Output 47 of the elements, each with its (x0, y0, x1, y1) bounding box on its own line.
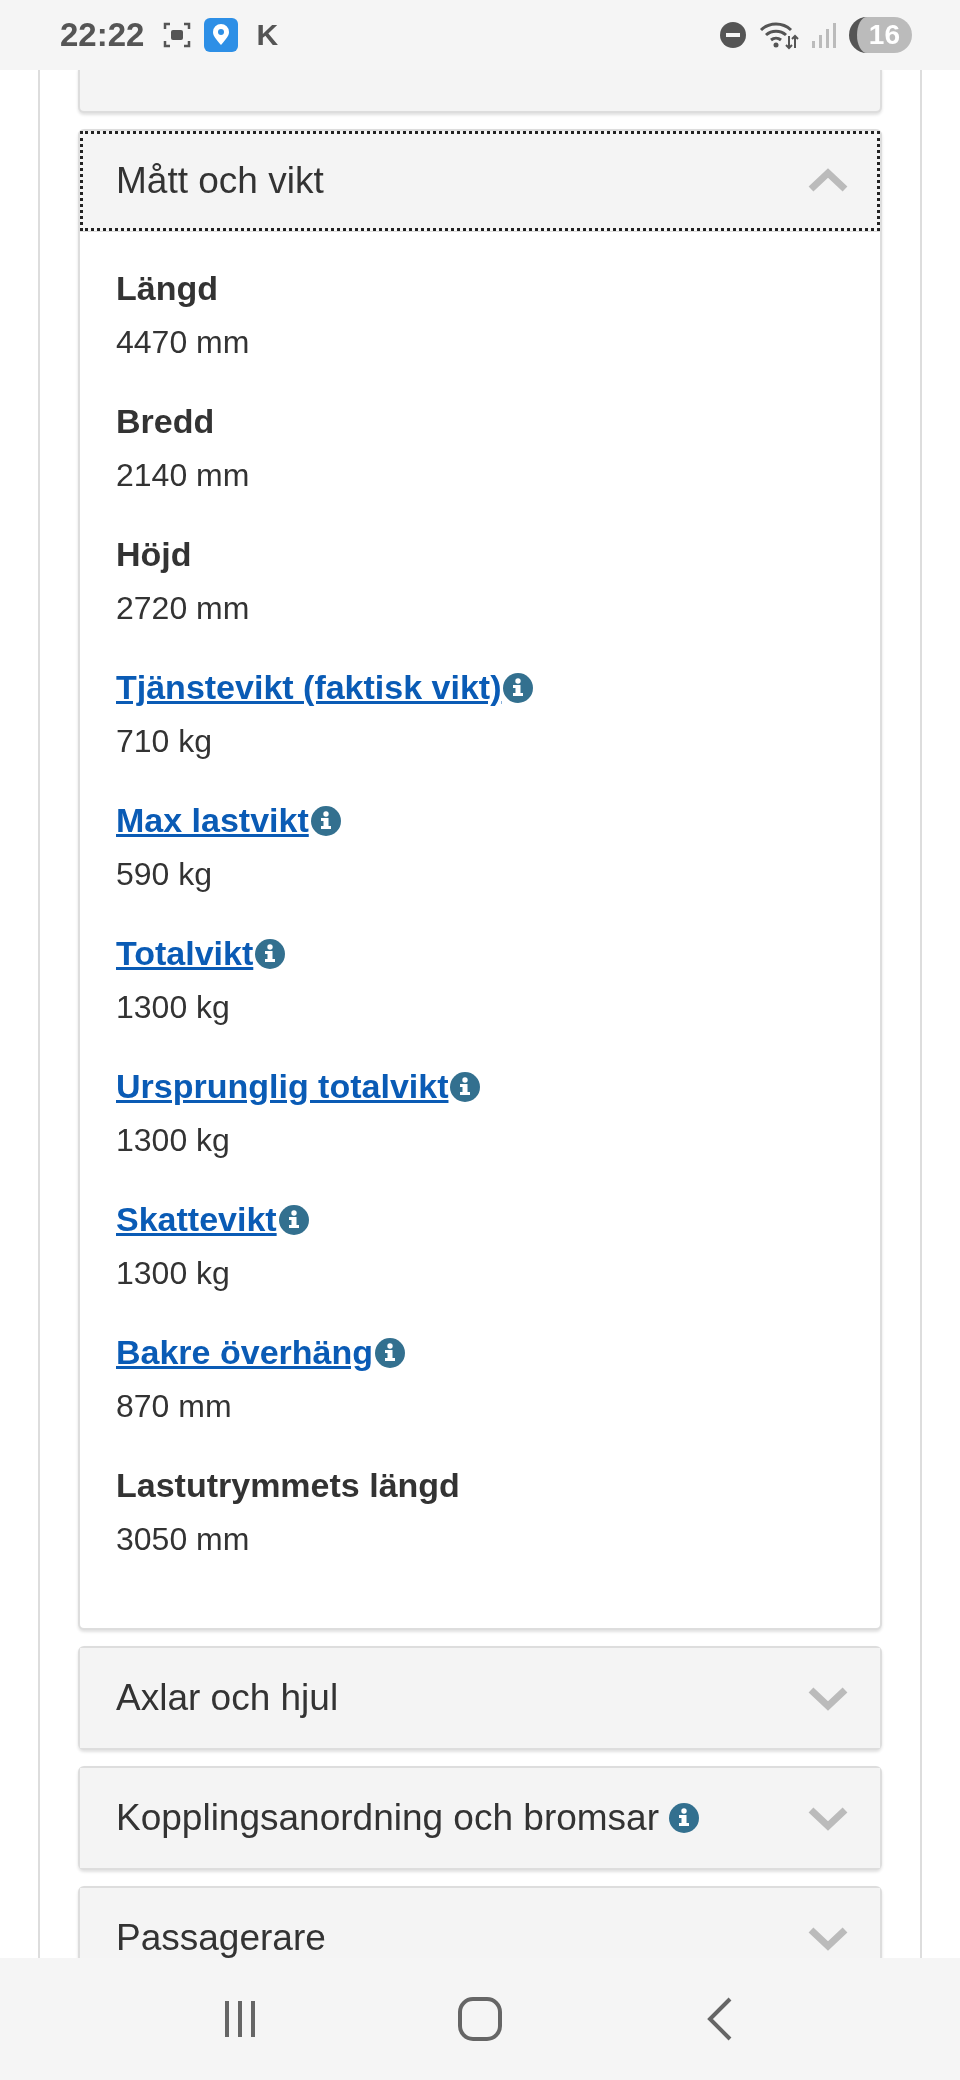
field-value: 3050 mm (116, 1521, 251, 1558)
info-icon[interactable] (255, 938, 286, 969)
accordion-header[interactable]: Passagerare (80, 1888, 880, 1958)
chevron-down-icon (808, 1925, 848, 1951)
field-link[interactable]: Totalvikt (116, 933, 254, 974)
field-link[interactable]: Skattevikt (116, 1199, 277, 1240)
info-icon[interactable] (278, 1204, 309, 1235)
field-value: 1300 kg (116, 989, 231, 1026)
section-title: Passagerare (116, 1916, 326, 1958)
field-label: Lastutrymmets längd (116, 1465, 460, 1506)
section-title: Kopplingsanordning och bromsar (116, 1796, 659, 1840)
battery-indicator: 16 (848, 17, 912, 53)
clock: 22:22 (60, 16, 145, 54)
chevron-up-icon (808, 168, 848, 194)
field-value: 710 kg (116, 723, 214, 760)
section-title: Axlar och hjul (116, 1676, 339, 1720)
field-value: 590 kg (116, 856, 214, 893)
field-value: 2140 mm (116, 457, 251, 494)
field-value: 870 mm (116, 1388, 233, 1425)
app-icon (204, 18, 239, 52)
accordion-header[interactable]: Mått och vikt (80, 131, 880, 231)
field-label: Bredd (116, 401, 215, 442)
field-value: 4470 mm (116, 324, 251, 361)
screenshot-icon (162, 20, 193, 50)
field-link[interactable]: Bakre överhäng (116, 1332, 373, 1373)
accordion-header[interactable]: Kopplingsanordning och bromsar (80, 1768, 880, 1868)
section-title: Mått och vikt (116, 159, 324, 203)
field-value: 2720 mm (116, 590, 251, 627)
field-link[interactable]: Ursprunglig totalvikt (116, 1066, 449, 1107)
wifi-icon (758, 20, 799, 50)
info-icon[interactable] (450, 1071, 481, 1102)
field-value: 1300 kg (116, 1122, 231, 1159)
do-not-disturb-icon (718, 21, 747, 49)
field-label: Längd (116, 268, 218, 309)
field-link[interactable]: Max lastvikt (116, 800, 309, 841)
info-icon[interactable] (310, 805, 341, 836)
field-value: 1300 kg (116, 1255, 231, 1292)
field-link[interactable]: Tjänstevikt (faktisk vikt) (116, 667, 502, 708)
chevron-down-icon (808, 1805, 848, 1831)
chevron-down-icon (808, 1685, 848, 1711)
app-letter: K (256, 18, 279, 52)
signal-icon (810, 20, 837, 50)
info-icon[interactable] (375, 1337, 405, 1368)
accordion-header[interactable]: Axlar och hjul (80, 1648, 880, 1748)
field-label: Höjd (116, 534, 192, 575)
info-icon[interactable] (503, 672, 534, 703)
info-icon[interactable] (669, 1803, 699, 1833)
